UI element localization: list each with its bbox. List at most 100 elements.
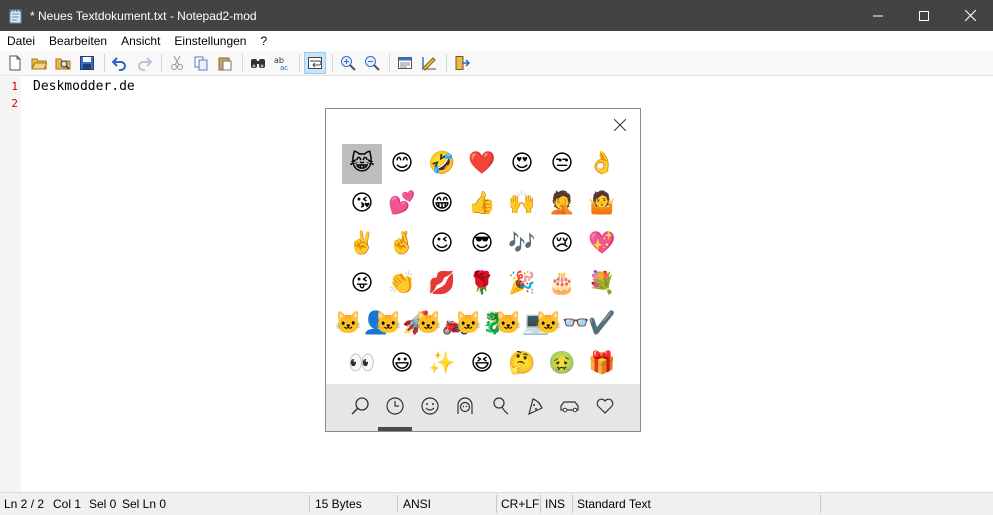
emoji-item[interactable]: 🎁	[582, 344, 622, 384]
emoji-item[interactable]: 👀	[342, 344, 382, 384]
zoom-out-button[interactable]	[361, 52, 383, 74]
save-button[interactable]	[76, 52, 98, 74]
open-folder-icon	[31, 58, 47, 70]
undo-button[interactable]	[109, 52, 131, 74]
find-button[interactable]	[247, 52, 269, 74]
emoji-item[interactable]: 👍	[462, 184, 502, 224]
menu-datei[interactable]: Datei	[0, 31, 42, 51]
emoji-item[interactable]: 🤷	[582, 184, 622, 224]
status-encoding[interactable]: ANSI	[399, 493, 431, 515]
emoji-item[interactable]: 😍	[502, 144, 542, 184]
emoji-item[interactable]: 🤣	[422, 144, 462, 184]
status-insert-mode[interactable]: INS	[541, 493, 565, 515]
svg-text:ac: ac	[280, 64, 288, 71]
tab-celebration[interactable]	[483, 393, 517, 419]
transport-icon	[560, 401, 579, 413]
open-button[interactable]	[28, 52, 50, 74]
emoji-item[interactable]: 👌	[582, 144, 622, 184]
heart-icon	[596, 398, 614, 414]
customize-scheme-button[interactable]	[418, 52, 440, 74]
browse-button[interactable]	[52, 52, 74, 74]
paste-button[interactable]	[214, 52, 236, 74]
word-wrap-button[interactable]	[304, 52, 326, 74]
menu-bar: Datei Bearbeiten Ansicht Einstellungen ?	[0, 31, 993, 51]
tab-search[interactable]	[343, 393, 377, 419]
emoji-item[interactable]: 🎂	[542, 264, 582, 304]
maximize-button[interactable]	[901, 0, 947, 31]
smiley-icon	[421, 397, 439, 415]
tab-recent[interactable]	[378, 393, 412, 419]
cut-button[interactable]	[166, 52, 188, 74]
status-scheme[interactable]: Standard Text	[573, 493, 651, 515]
emoji-item[interactable]: 😜	[342, 264, 382, 304]
close-icon	[964, 10, 976, 21]
replace-button[interactable]: ab ac	[271, 52, 293, 74]
zoom-in-button[interactable]	[337, 52, 359, 74]
menu-bearbeiten[interactable]: Bearbeiten	[42, 31, 114, 51]
emoji-item[interactable]: ✨	[422, 344, 462, 384]
emoji-item[interactable]: 💖	[582, 224, 622, 264]
emoji-item[interactable]: 🌹	[462, 264, 502, 304]
people-icon	[457, 397, 473, 414]
emoji-item[interactable]: 🤔	[502, 344, 542, 384]
emoji-glyph: 💐	[588, 271, 616, 296]
tab-food[interactable]	[518, 393, 552, 419]
emoji-item[interactable]: 💐	[582, 264, 622, 304]
emoji-glyph: 💋	[428, 271, 456, 296]
emoji-item[interactable]: 😉	[422, 224, 462, 264]
emoji-item[interactable]: 😹	[342, 144, 382, 184]
emoji-item[interactable]: 😒	[542, 144, 582, 184]
status-selected-lines: Sel Ln 0	[122, 497, 167, 511]
emoji-item[interactable]: 😃	[382, 344, 422, 384]
menu-ansicht[interactable]: Ansicht	[114, 31, 167, 51]
emoji-item[interactable]: 😁	[422, 184, 462, 224]
tab-transport[interactable]	[553, 393, 587, 419]
emoji-glyph: 😹	[349, 151, 375, 176]
close-button[interactable]	[947, 0, 993, 31]
tab-people[interactable]	[448, 393, 482, 419]
emoji-glyph: 👍	[468, 191, 496, 216]
emoji-item[interactable]: 🐱‍👓	[535, 304, 590, 344]
exit-button[interactable]	[451, 52, 473, 74]
emoji-glyph: 🌹	[468, 271, 496, 296]
emoji-glyph: 🤷	[588, 191, 616, 216]
celebration-icon	[493, 397, 509, 415]
scheme-button[interactable]	[394, 52, 416, 74]
redo-button[interactable]	[133, 52, 155, 74]
emoji-item[interactable]: 💕	[382, 184, 422, 224]
emoji-item[interactable]: 😎	[462, 224, 502, 264]
emoji-item[interactable]: 🤢	[542, 344, 582, 384]
emoji-item[interactable]: 👏	[382, 264, 422, 304]
line-number: 2	[11, 97, 18, 110]
tab-symbols[interactable]	[588, 393, 622, 419]
menu-einstellungen[interactable]: Einstellungen	[167, 31, 253, 51]
emoji-item[interactable]: 😘	[342, 184, 382, 224]
emoji-item[interactable]: ❤️	[462, 144, 502, 184]
emoji-item[interactable]: ✌️	[342, 224, 382, 264]
maximize-icon	[919, 10, 929, 21]
emoji-item[interactable]: 😊	[382, 144, 422, 184]
new-button[interactable]	[4, 52, 26, 74]
status-bar: Ln 2 / 2 Col 1 Sel 0 Sel Ln 0 15 Bytes A…	[0, 492, 993, 515]
emoji-item[interactable]: 🎶	[502, 224, 542, 264]
menu-help[interactable]: ?	[253, 31, 274, 51]
save-icon	[80, 56, 94, 70]
food-icon	[528, 398, 543, 416]
toolbar-separator	[446, 54, 447, 72]
emoji-panel-close-button[interactable]	[610, 115, 630, 135]
emoji-item[interactable]: 🤦	[542, 184, 582, 224]
emoji-item[interactable]: 💋	[422, 264, 462, 304]
emoji-item[interactable]: 🎉	[502, 264, 542, 304]
copy-button[interactable]	[190, 52, 212, 74]
emoji-item[interactable]: 🤞	[382, 224, 422, 264]
emoji-item[interactable]: 😆	[462, 344, 502, 384]
text-line[interactable]: Deskmodder.de	[33, 79, 135, 94]
tab-smileys[interactable]	[413, 393, 447, 419]
zoom-in-icon	[341, 56, 356, 71]
minimize-button[interactable]	[855, 0, 901, 31]
emoji-item[interactable]: ✔️	[582, 304, 622, 344]
emoji-item[interactable]: 😢	[542, 224, 582, 264]
status-line-ending[interactable]: CR+LF	[497, 493, 539, 515]
emoji-item[interactable]: 🙌	[502, 184, 542, 224]
emoji-glyph: 💕	[388, 191, 416, 216]
